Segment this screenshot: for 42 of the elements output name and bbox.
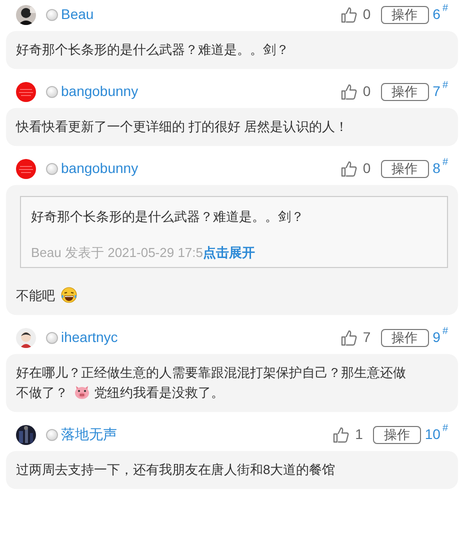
action-button[interactable]: 操作 xyxy=(380,6,429,24)
floor-mark: # xyxy=(442,325,448,339)
comment-text: 好奇那个长条形的是什么武器？难道是。。剑？ xyxy=(16,42,289,57)
action-button[interactable]: 操作 xyxy=(380,160,429,178)
username-link[interactable]: bangobunny xyxy=(61,81,138,102)
floor-mark: # xyxy=(442,422,448,436)
quote-text: 好奇那个长条形的是什么武器？难道是。。剑？ xyxy=(31,208,305,226)
username-link[interactable]: bangobunny xyxy=(61,158,138,179)
comment-text: 过两周去支持一下，还有我朋友在唐人街和8大道的餐馆 xyxy=(16,462,336,477)
laughing-face-icon xyxy=(61,287,77,303)
like-count: 0 xyxy=(362,5,371,24)
thumbs-up-icon[interactable] xyxy=(340,6,358,24)
floor-mark: # xyxy=(442,79,448,93)
floor-mark: # xyxy=(442,2,448,16)
like-count: 1 xyxy=(355,425,363,444)
thumbs-up-icon[interactable] xyxy=(332,426,350,444)
thumbs-up-icon[interactable] xyxy=(340,160,358,178)
like-count: 7 xyxy=(362,328,371,347)
username-link[interactable]: Beau xyxy=(61,4,94,25)
comment-text: 不做了？ xyxy=(16,385,68,400)
floor-mark: # xyxy=(442,156,448,170)
thumbs-up-icon[interactable] xyxy=(340,82,358,100)
floor-number: 8 xyxy=(432,159,440,178)
comment-text: 党纽约我看是没救了。 xyxy=(94,385,224,400)
action-button[interactable]: 操作 xyxy=(380,82,429,100)
comment-text: 不能吧 xyxy=(16,288,55,303)
floor-number: 6 xyxy=(432,5,440,24)
username-link[interactable]: 落地无声 xyxy=(61,424,117,445)
comment-text: 快看快看更新了一个更详细的 打的很好 居然是认识的人！ xyxy=(16,119,348,134)
action-button[interactable]: 操作 xyxy=(372,426,421,444)
username-link[interactable]: iheartnyc xyxy=(61,327,118,348)
pig-face-icon xyxy=(74,384,90,400)
expand-link[interactable]: 点击展开 xyxy=(203,243,255,263)
thumbs-up-icon[interactable] xyxy=(340,328,358,346)
floor-number: 10 xyxy=(424,425,440,444)
quote-meta: Beau 发表于 2021-05-29 17:5 xyxy=(31,244,203,262)
action-button[interactable]: 操作 xyxy=(380,328,429,346)
like-count: 0 xyxy=(362,82,371,101)
like-count: 0 xyxy=(362,159,371,178)
comment-text: 好在哪儿？正经做生意的人需要靠跟混混打架保护自己？那生意还做 xyxy=(16,365,406,380)
floor-number: 9 xyxy=(432,328,440,347)
floor-number: 7 xyxy=(432,82,440,101)
